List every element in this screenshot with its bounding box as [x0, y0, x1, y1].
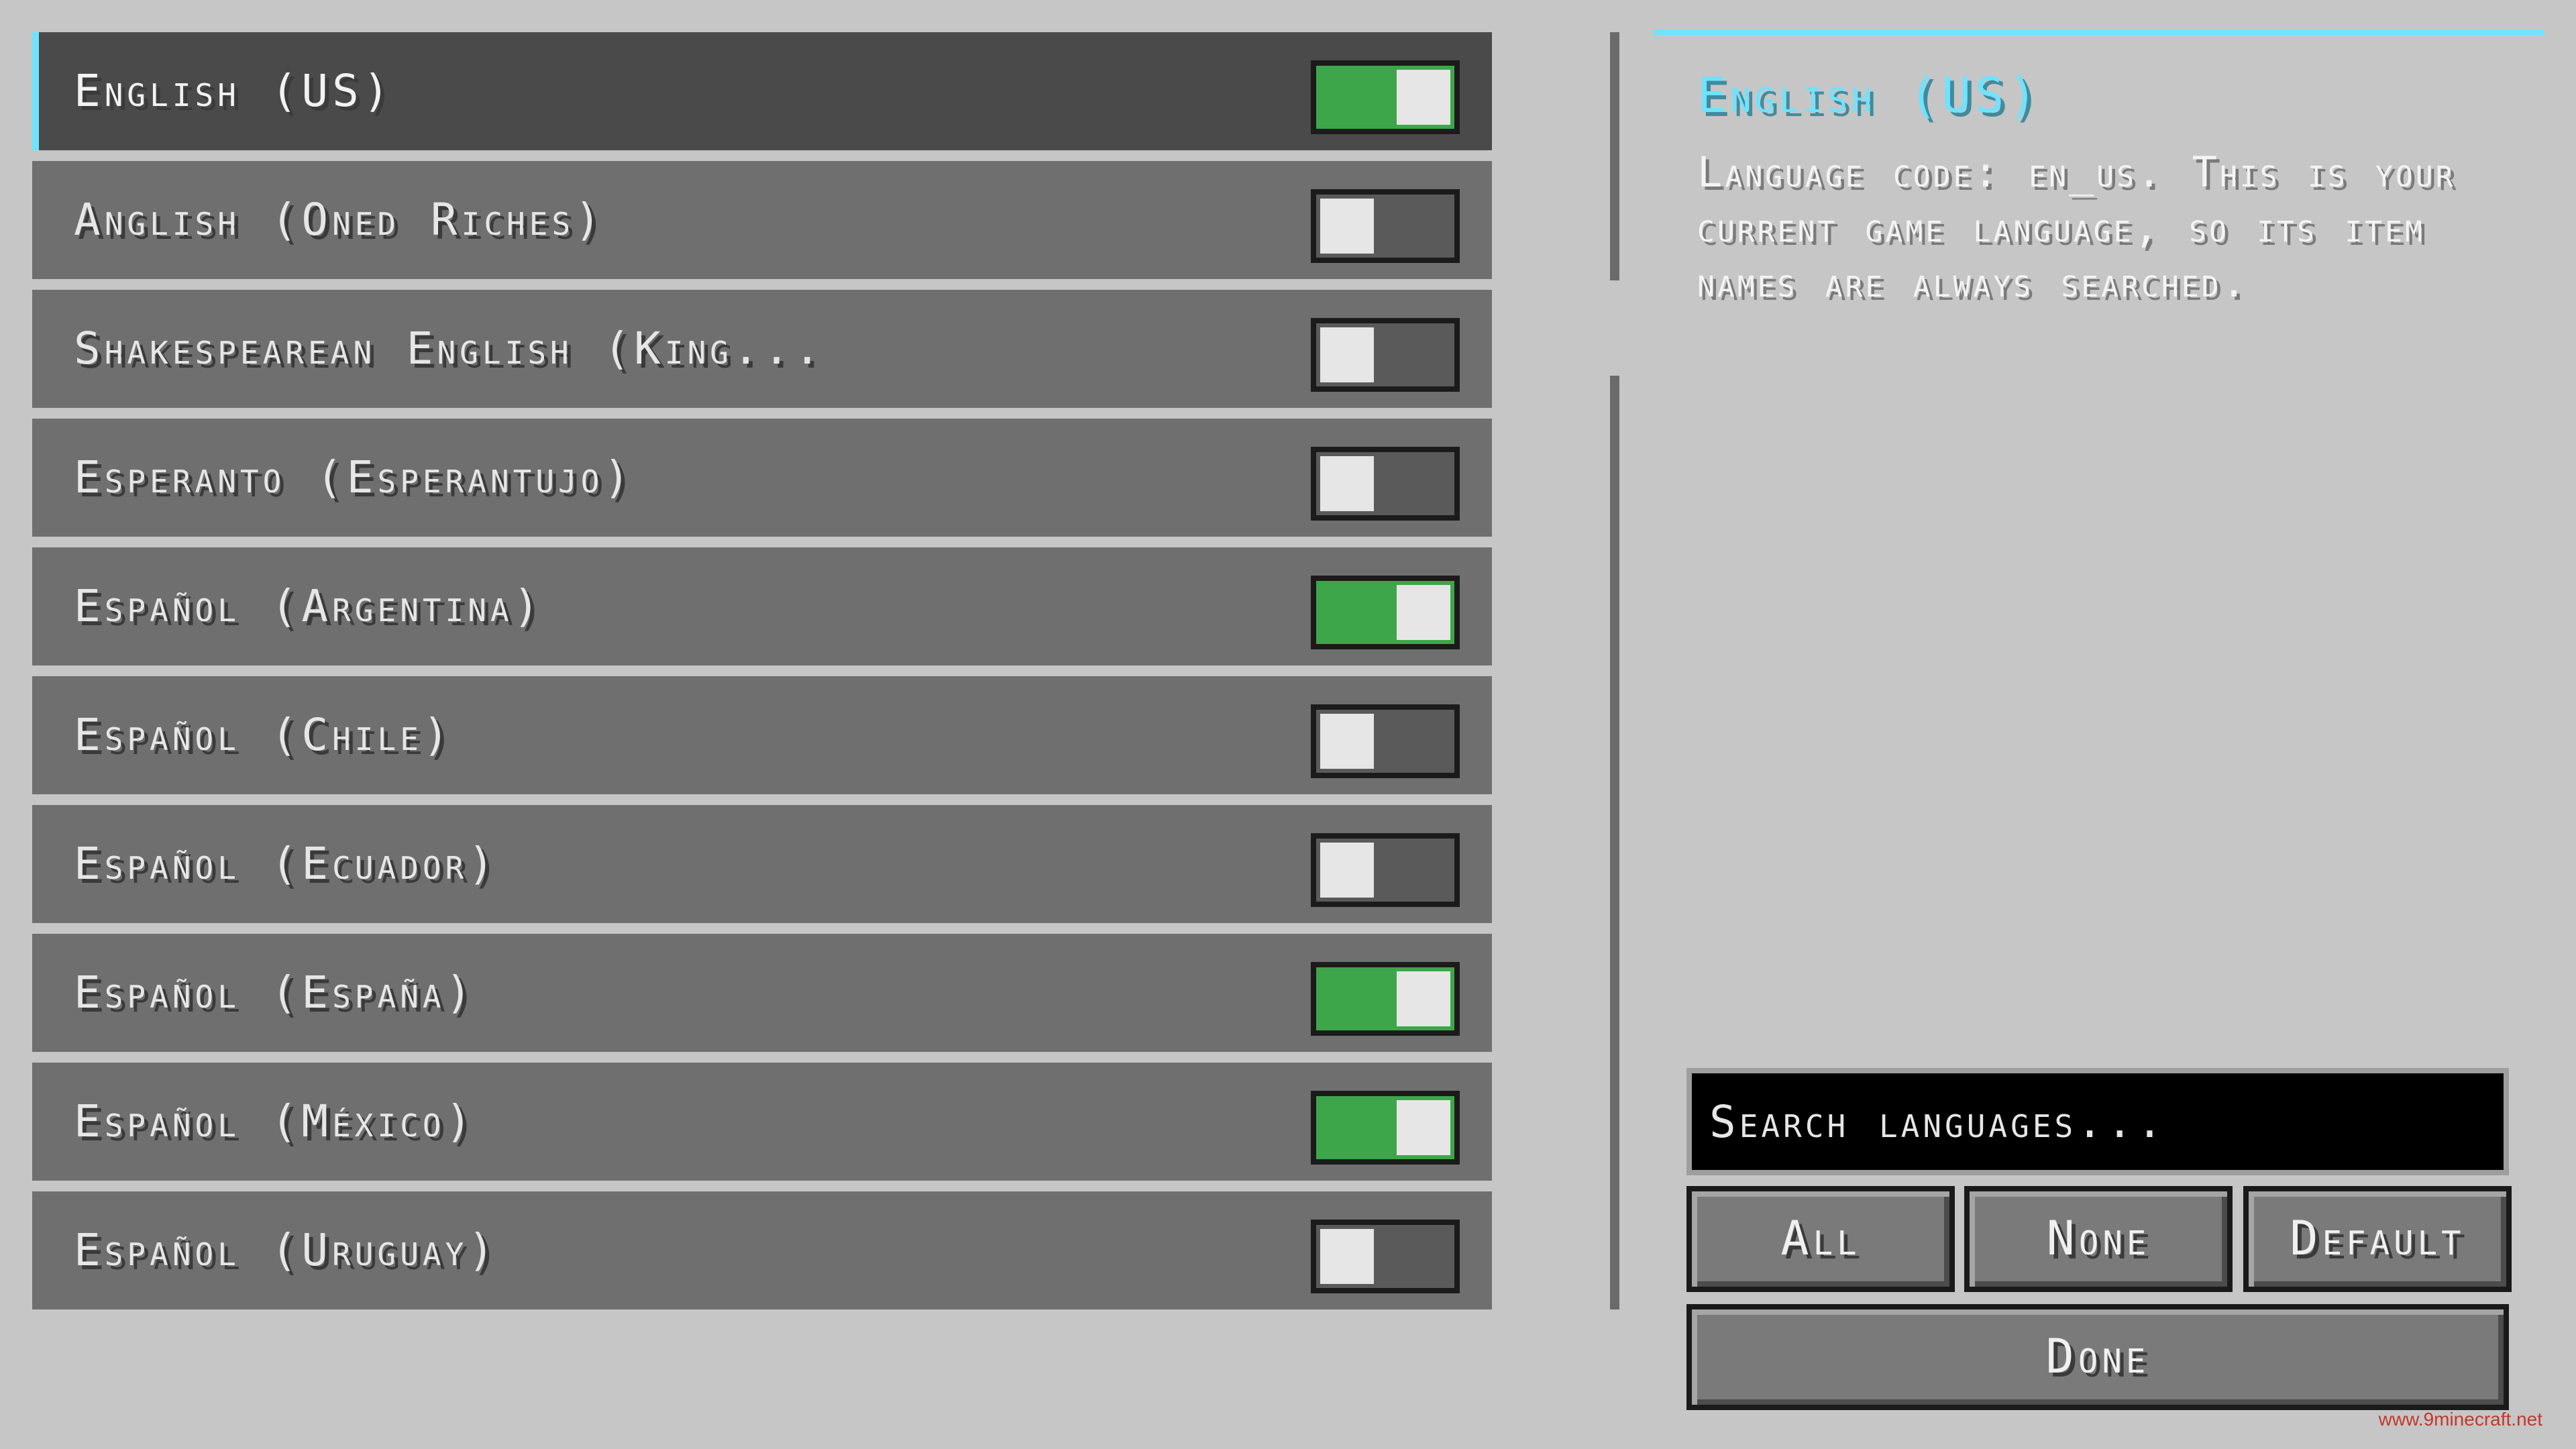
- toggle-knob: [1320, 456, 1374, 511]
- default-button[interactable]: Default: [2243, 1186, 2512, 1292]
- details-title: English (US): [1697, 67, 2041, 123]
- details-description: Language code: en_us. This is your curre…: [1697, 148, 2456, 307]
- language-toggle[interactable]: [1311, 833, 1460, 907]
- language-list: English (US) Anglish (Oned Riches) Shake…: [32, 32, 1492, 1320]
- language-toggle[interactable]: [1311, 704, 1460, 778]
- toggle-knob: [1320, 714, 1374, 769]
- language-toggle[interactable]: [1311, 962, 1460, 1036]
- toggle-knob: [1397, 70, 1450, 125]
- done-button[interactable]: Done: [1686, 1304, 2509, 1410]
- details-accent-line: [1654, 30, 2544, 35]
- language-label: Esperanto (Esperantujo): [74, 451, 635, 503]
- language-row[interactable]: Español (Chile): [32, 676, 1492, 794]
- language-toggle[interactable]: [1311, 447, 1460, 521]
- language-toggle[interactable]: [1311, 1091, 1460, 1165]
- language-row[interactable]: Anglish (Oned Riches): [32, 161, 1492, 279]
- watermark: www.9minecraft.net: [2378, 1409, 2542, 1430]
- toggle-knob: [1397, 1100, 1450, 1155]
- list-scrollbar-divider: [1610, 32, 1619, 280]
- language-label: Español (Uruguay): [74, 1224, 499, 1276]
- toggle-knob: [1397, 971, 1450, 1026]
- language-row[interactable]: Español (México): [32, 1063, 1492, 1181]
- language-label: Español (España): [74, 967, 476, 1018]
- language-row[interactable]: Español (Uruguay): [32, 1191, 1492, 1309]
- language-row[interactable]: English (US): [32, 32, 1492, 150]
- language-row[interactable]: Español (Ecuador): [32, 805, 1492, 923]
- language-label: Español (Argentina): [74, 580, 544, 632]
- language-row[interactable]: Español (Argentina): [32, 547, 1492, 665]
- toggle-knob: [1320, 199, 1374, 254]
- language-toggle[interactable]: [1311, 189, 1460, 263]
- language-label: English (US): [74, 65, 394, 117]
- language-label: Español (Ecuador): [74, 838, 499, 890]
- toggle-knob: [1397, 585, 1450, 640]
- language-toggle[interactable]: [1311, 1220, 1460, 1293]
- search-input[interactable]: [1686, 1068, 2509, 1175]
- language-label: Anglish (Oned Riches): [74, 194, 605, 246]
- language-toggle[interactable]: [1311, 576, 1460, 649]
- toggle-knob: [1320, 843, 1374, 898]
- toggle-knob: [1320, 1229, 1374, 1284]
- language-row[interactable]: Esperanto (Esperantujo): [32, 419, 1492, 537]
- language-toggle[interactable]: [1311, 60, 1460, 134]
- language-label: Shakespearean English (King...: [74, 323, 825, 374]
- language-row[interactable]: Español (España): [32, 934, 1492, 1052]
- select-none-button[interactable]: None: [1964, 1186, 2233, 1292]
- language-row[interactable]: Shakespearean English (King...: [32, 290, 1492, 408]
- language-label: Español (México): [74, 1095, 476, 1147]
- language-toggle[interactable]: [1311, 318, 1460, 392]
- toggle-knob: [1320, 327, 1374, 382]
- list-scrollbar-divider: [1610, 376, 1619, 1309]
- select-all-button[interactable]: All: [1686, 1186, 1955, 1292]
- language-label: Español (Chile): [74, 709, 453, 761]
